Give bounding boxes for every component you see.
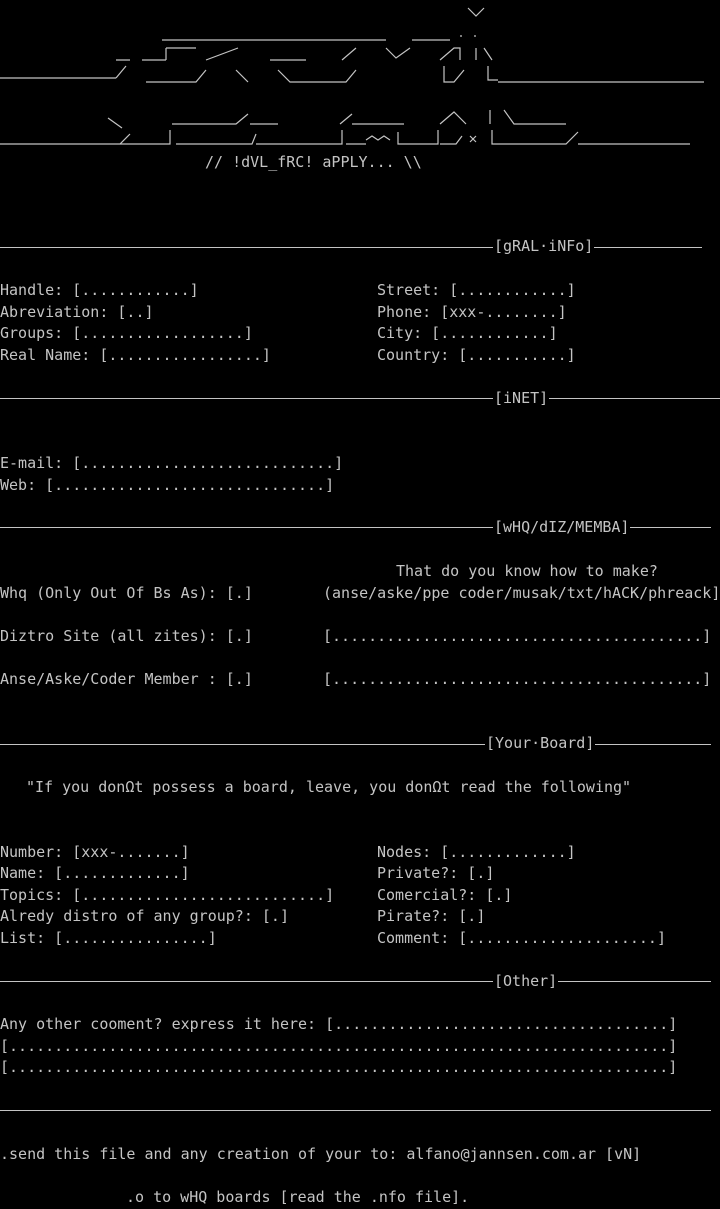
- section-title-general: [gRAL·iNFo]: [493, 236, 595, 258]
- ascii-application-form: // !dVL_fRC! aPPLY... \\ [gRAL·iNFo] Han…: [0, 0, 720, 1209]
- web-field[interactable]: Web: [..............................]: [0, 475, 334, 497]
- pirate-field[interactable]: Pirate?: [.]: [377, 906, 485, 928]
- section-title-whq: [wHQ/dIZ/MEMBA]: [493, 517, 631, 539]
- list-field[interactable]: List: [................]: [0, 928, 217, 950]
- skills-answer-2[interactable]: [.......................................…: [323, 669, 711, 691]
- phone-field[interactable]: Phone: [xxx-........]: [377, 302, 567, 324]
- street-field[interactable]: Street: [............]: [377, 280, 576, 302]
- closing-divider: [0, 1110, 711, 1111]
- section-divider-board: [0, 744, 711, 745]
- board-notice: "If you donΩt possess a board, leave, yo…: [26, 778, 632, 796]
- other-comment-field[interactable]: Any other cooment? express it here: [...…: [0, 1014, 677, 1036]
- skills-answer-1[interactable]: [.......................................…: [323, 626, 711, 648]
- board-number-field[interactable]: Number: [xxx-.......]: [0, 842, 190, 864]
- whq-field[interactable]: Whq (Only Out Of Bs As): [.]: [0, 583, 253, 605]
- banner-tagline: // !dVL_fRC! aPPLY... \\: [205, 153, 422, 171]
- section-title-board: [Your·Board]: [485, 733, 596, 755]
- abreviation-field[interactable]: Abreviation: [..]: [0, 302, 154, 324]
- comercial-field[interactable]: Comercial?: [.]: [377, 885, 512, 907]
- nodes-field[interactable]: Nodes: [.............]: [377, 842, 576, 864]
- comment-field[interactable]: Comment: [.....................]: [377, 928, 666, 950]
- section-title-inet: [iNET]: [493, 388, 550, 410]
- country-field[interactable]: Country: [...........]: [377, 345, 576, 367]
- diztro-site-field[interactable]: Diztro Site (all zites): [.]: [0, 626, 253, 648]
- handle-field[interactable]: Handle: [............]: [0, 280, 199, 302]
- private-field[interactable]: Private?: [.]: [377, 863, 494, 885]
- section-divider-other: [0, 981, 711, 982]
- ascii-art-logo: [0, 7, 704, 145]
- email-field[interactable]: E-mail: [............................]: [0, 453, 343, 475]
- skills-options: (anse/aske/ppe coder/musak/txt/hACK/phre…: [323, 584, 720, 602]
- board-name-field[interactable]: Name: [.............]: [0, 863, 190, 885]
- groups-field[interactable]: Groups: [..................]: [0, 323, 253, 345]
- other-comment-line-3[interactable]: [.......................................…: [0, 1057, 677, 1079]
- real-name-field[interactable]: Real Name: [.................]: [0, 345, 271, 367]
- topics-field[interactable]: Topics: [...........................]: [0, 885, 334, 907]
- boards-note: .o to wHQ boards [read the .nfo file].: [126, 1188, 470, 1206]
- distro-field[interactable]: Alredy distro of any group?: [.]: [0, 906, 289, 928]
- skills-question: That do you know how to make?: [396, 562, 658, 580]
- section-divider-general: [0, 247, 702, 248]
- section-divider-inet: [0, 398, 720, 399]
- member-field[interactable]: Anse/Aske/Coder Member : [.]: [0, 669, 253, 691]
- send-instructions: .send this file and any creation of your…: [0, 1145, 642, 1163]
- city-field[interactable]: City: [............]: [377, 323, 558, 345]
- section-title-other: [Other]: [493, 971, 559, 993]
- other-comment-line-2[interactable]: [.......................................…: [0, 1036, 677, 1058]
